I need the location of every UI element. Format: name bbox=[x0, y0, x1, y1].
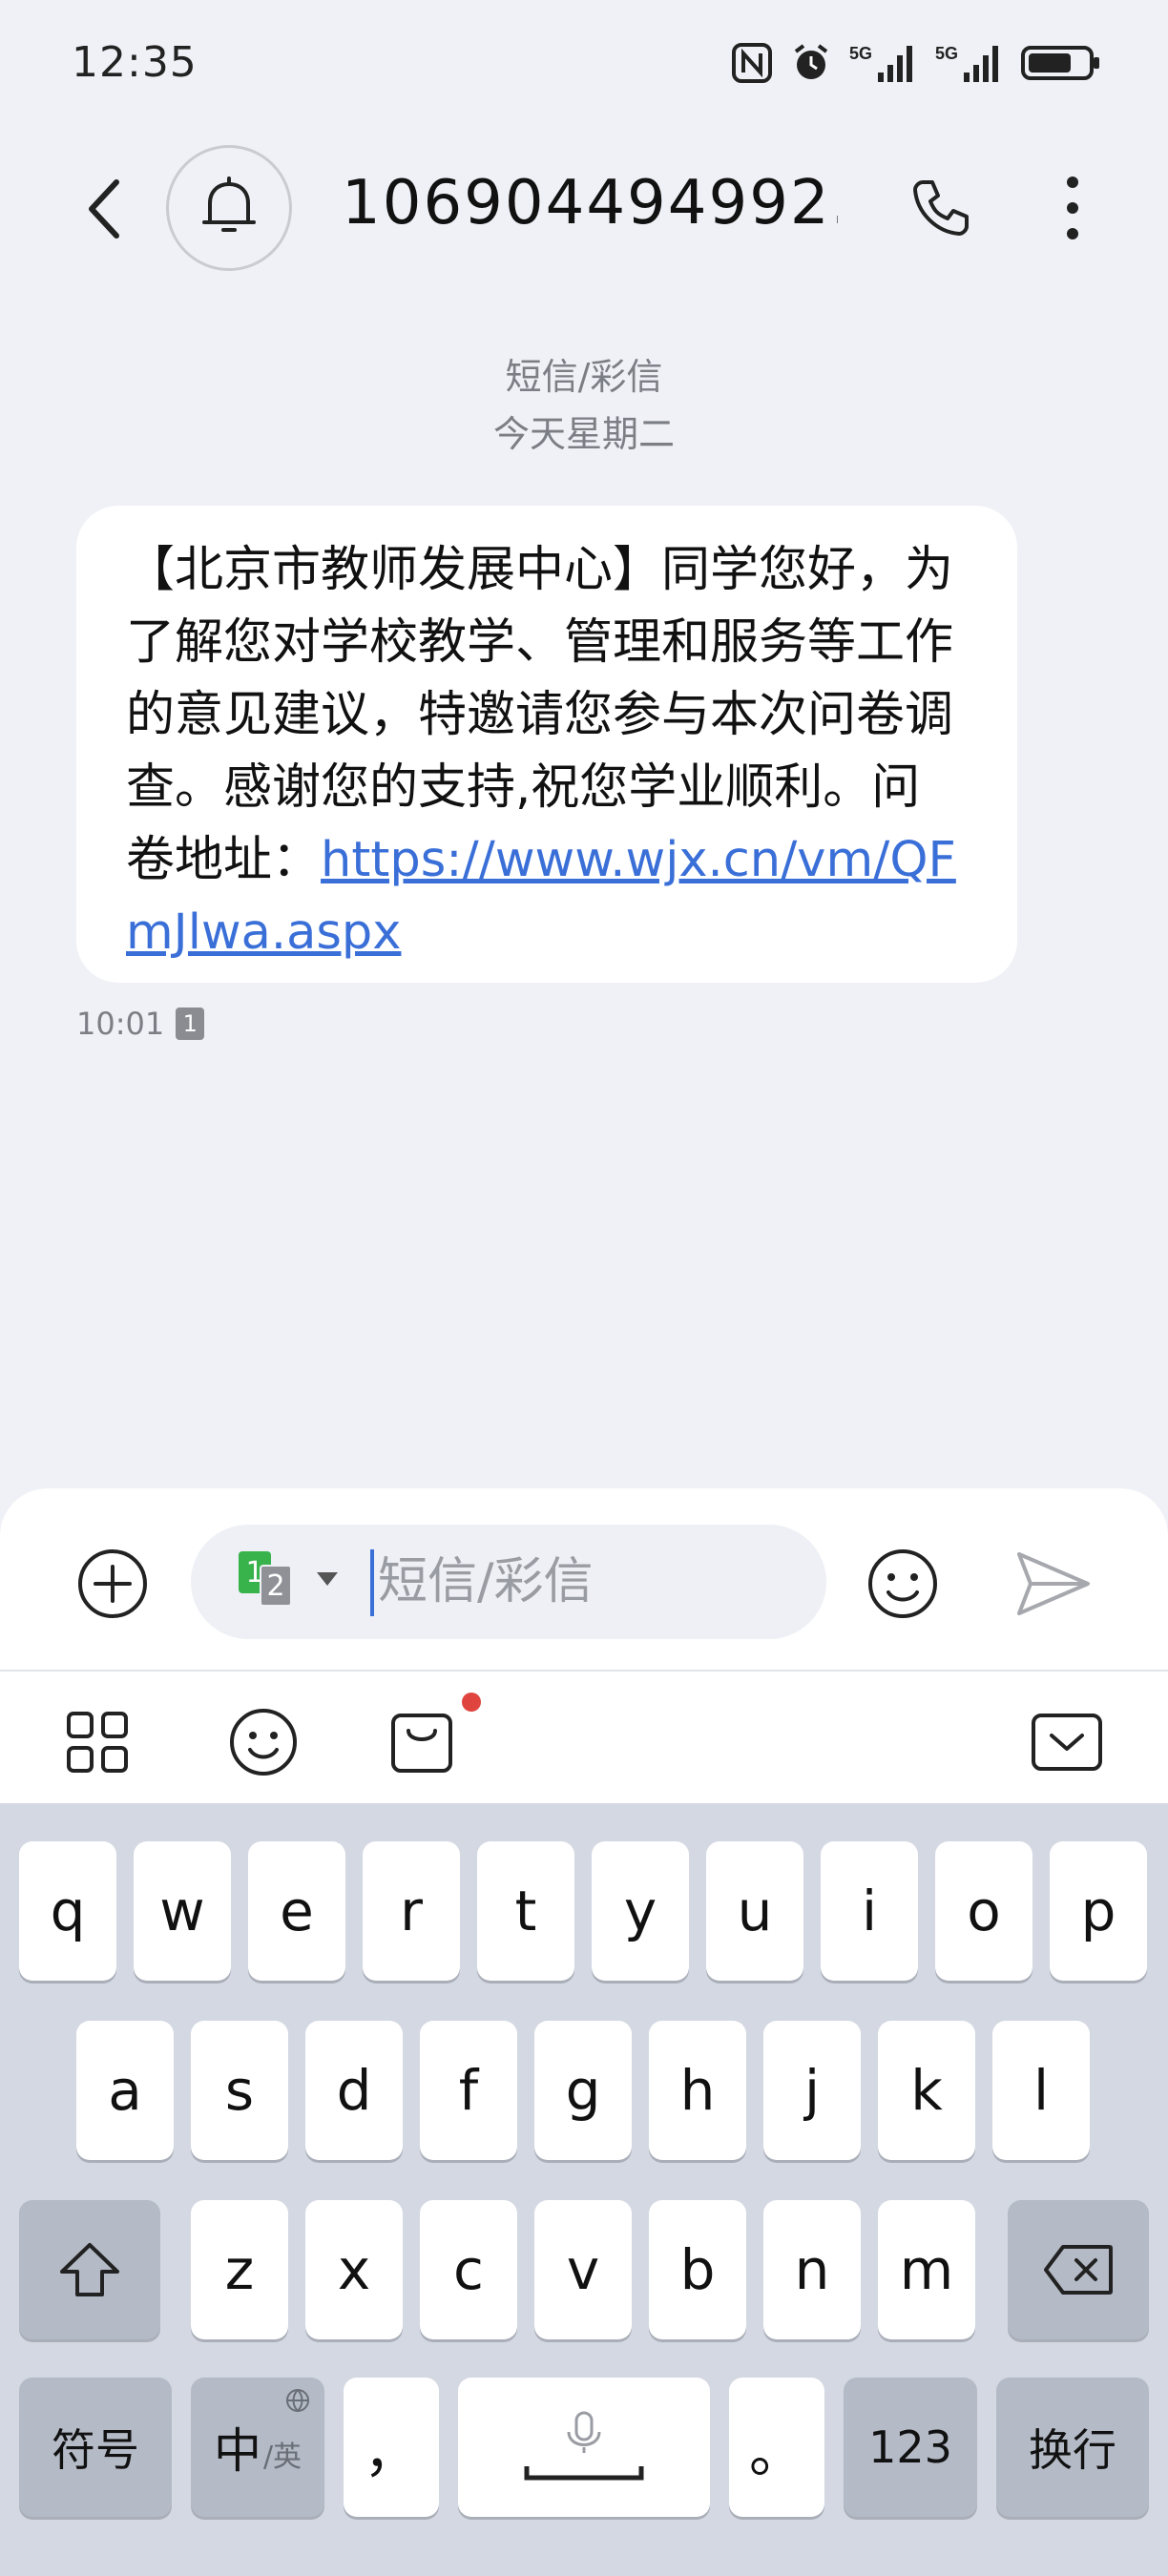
send-button[interactable] bbox=[1013, 1544, 1094, 1624]
key-l[interactable]: l bbox=[992, 2021, 1090, 2160]
smiley-icon bbox=[868, 1549, 937, 1618]
backspace-key[interactable] bbox=[1008, 2200, 1149, 2339]
key-s[interactable]: s bbox=[191, 2021, 288, 2160]
sim2-badge: 2 bbox=[260, 1565, 292, 1607]
message-time: 10:01 bbox=[76, 1006, 165, 1042]
add-circle-icon bbox=[78, 1549, 147, 1618]
emoji-button[interactable] bbox=[863, 1544, 943, 1624]
message-meta: 10:01 1 bbox=[76, 1006, 205, 1042]
key-j[interactable]: j bbox=[763, 2021, 861, 2160]
key-g[interactable]: g bbox=[534, 2021, 632, 2160]
key-a[interactable]: a bbox=[76, 2021, 174, 2160]
smiley-icon bbox=[230, 1709, 297, 1776]
send-icon bbox=[1017, 1552, 1090, 1615]
caret-down-icon bbox=[317, 1572, 338, 1586]
contact-title: 106904494992... bbox=[342, 168, 838, 239]
alarm-icon bbox=[790, 42, 832, 84]
key-n[interactable]: n bbox=[763, 2200, 861, 2339]
notification-dot bbox=[462, 1693, 481, 1712]
key-o[interactable]: o bbox=[935, 1841, 1032, 1981]
store-button[interactable] bbox=[384, 1704, 460, 1780]
keyboard-hide-icon bbox=[1032, 1714, 1102, 1771]
symbols-key[interactable]: 符号 bbox=[19, 2378, 172, 2517]
5g-signal-icon: 5G bbox=[849, 42, 918, 84]
enter-key[interactable]: 换行 bbox=[996, 2378, 1149, 2517]
status-bar: 12:35 5G 5G bbox=[0, 0, 1168, 134]
svg-text:5G: 5G bbox=[849, 44, 872, 63]
message-input-container: 1 2 bbox=[191, 1525, 826, 1639]
key-c[interactable]: c bbox=[420, 2200, 517, 2339]
keyboard: q w e r t y u i o p a s d f g h j k l z … bbox=[0, 1803, 1168, 2576]
period-key[interactable]: 。 bbox=[729, 2378, 824, 2517]
svg-text:5G: 5G bbox=[935, 44, 958, 63]
message-input[interactable] bbox=[378, 1544, 798, 1620]
sim-badge: 1 bbox=[176, 1008, 205, 1040]
compose-bar: 1 2 bbox=[0, 1488, 1168, 1670]
lang-sub-label: /英 bbox=[262, 2441, 302, 2474]
back-icon bbox=[89, 179, 119, 239]
shift-icon bbox=[60, 2243, 119, 2296]
key-w[interactable]: w bbox=[134, 1841, 231, 1981]
key-v[interactable]: v bbox=[534, 2200, 632, 2339]
call-button[interactable] bbox=[905, 172, 977, 244]
more-vertical-icon bbox=[1067, 177, 1078, 239]
keyboard-emoji-button[interactable] bbox=[225, 1704, 302, 1780]
phone-icon bbox=[913, 180, 969, 236]
globe-icon bbox=[286, 2389, 309, 2413]
key-k[interactable]: k bbox=[878, 2021, 975, 2160]
key-f[interactable]: f bbox=[420, 2021, 517, 2160]
hide-keyboard-button[interactable] bbox=[1029, 1704, 1105, 1780]
shift-key[interactable] bbox=[19, 2200, 160, 2339]
messaging-screen: 12:35 5G 5G 106904494992... bbox=[0, 0, 1168, 2576]
key-e[interactable]: e bbox=[248, 1841, 345, 1981]
key-d[interactable]: d bbox=[305, 2021, 403, 2160]
key-b[interactable]: b bbox=[649, 2200, 746, 2339]
key-p[interactable]: p bbox=[1050, 1841, 1147, 1981]
grid-icon bbox=[67, 1712, 128, 1773]
sim-selector[interactable]: 1 2 bbox=[239, 1551, 353, 1612]
message-bubble[interactable]: 【北京市教师发展中心】同学您好，为了解您对学校教学、管理和服务等工作的意见建议，… bbox=[76, 506, 1017, 983]
more-options-button[interactable] bbox=[1044, 172, 1101, 244]
lang-main-label: 中 bbox=[213, 2423, 261, 2479]
back-button[interactable] bbox=[74, 176, 132, 242]
status-icons: 5G 5G bbox=[731, 42, 1101, 84]
text-cursor bbox=[370, 1549, 374, 1616]
key-t[interactable]: t bbox=[477, 1841, 574, 1981]
key-h[interactable]: h bbox=[649, 2021, 746, 2160]
message-text: 【北京市教师发展中心】同学您好，为了解您对学校教学、管理和服务等工作的意见建议，… bbox=[126, 534, 968, 969]
backspace-icon bbox=[1044, 2245, 1113, 2295]
key-z[interactable]: z bbox=[191, 2200, 288, 2339]
key-q[interactable]: q bbox=[19, 1841, 116, 1981]
message-date-label: 今天星期二 bbox=[492, 413, 675, 455]
battery-icon bbox=[1021, 42, 1101, 84]
bell-icon bbox=[202, 177, 256, 232]
numbers-key[interactable]: 123 bbox=[844, 2378, 977, 2517]
5g-signal-icon: 5G bbox=[935, 42, 1004, 84]
key-m[interactable]: m bbox=[878, 2200, 975, 2339]
nfc-icon bbox=[731, 42, 773, 84]
status-time: 12:35 bbox=[72, 38, 198, 87]
microphone-icon bbox=[524, 2411, 644, 2481]
key-x[interactable]: x bbox=[305, 2200, 403, 2339]
keyboard-toolbar bbox=[0, 1670, 1168, 1803]
space-key[interactable] bbox=[458, 2378, 710, 2517]
comma-key[interactable]: ， bbox=[344, 2378, 439, 2517]
key-u[interactable]: u bbox=[706, 1841, 803, 1981]
shopping-bag-icon bbox=[391, 1714, 452, 1773]
language-switch-key[interactable]: 中/英 bbox=[191, 2378, 324, 2517]
key-r[interactable]: r bbox=[363, 1841, 460, 1981]
message-type-label: 短信/彩信 bbox=[505, 356, 663, 398]
notification-toggle-button[interactable] bbox=[166, 145, 292, 271]
key-i[interactable]: i bbox=[821, 1841, 918, 1981]
conversation-header: 106904494992... bbox=[0, 134, 1168, 277]
attach-button[interactable] bbox=[74, 1546, 151, 1622]
apps-grid-button[interactable] bbox=[59, 1704, 136, 1780]
key-y[interactable]: y bbox=[592, 1841, 689, 1981]
